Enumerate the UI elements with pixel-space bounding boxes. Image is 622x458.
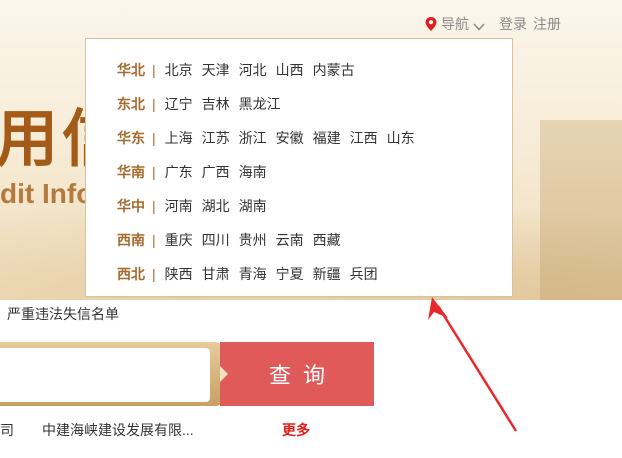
region-row-xinan: 西南 | 重庆 四川 贵州 云南 西藏 bbox=[86, 223, 512, 257]
province-link[interactable]: 浙江 bbox=[239, 128, 267, 148]
province-link[interactable]: 海南 bbox=[239, 162, 267, 182]
more-link[interactable]: 更多 bbox=[282, 420, 310, 440]
province-link[interactable]: 上海 bbox=[165, 128, 193, 148]
province-link[interactable]: 陕西 bbox=[165, 264, 193, 284]
banner-building-image bbox=[540, 120, 622, 300]
province-link[interactable]: 广东 bbox=[165, 162, 193, 182]
location-pin-icon bbox=[424, 16, 438, 32]
hot-item[interactable]: 中建海峡建设发展有限... bbox=[42, 420, 194, 440]
region-name: 西北 bbox=[117, 266, 145, 282]
banner-subtitle: dit Info bbox=[0, 178, 94, 209]
province-link[interactable]: 山东 bbox=[387, 128, 415, 148]
province-link[interactable]: 北京 bbox=[165, 60, 193, 80]
register-link[interactable]: 注册 bbox=[533, 14, 561, 34]
province-link[interactable]: 湖南 bbox=[239, 196, 267, 216]
province-link[interactable]: 重庆 bbox=[165, 230, 193, 250]
province-link[interactable]: 新疆 bbox=[313, 264, 341, 284]
region-name: 华北 bbox=[117, 62, 145, 78]
province-link[interactable]: 山西 bbox=[276, 60, 304, 80]
separator: | bbox=[152, 62, 156, 78]
region-name: 华东 bbox=[117, 130, 145, 146]
province-link[interactable]: 内蒙古 bbox=[313, 60, 355, 80]
region-row-huazhong: 华中 | 河南 湖北 湖南 bbox=[86, 189, 512, 223]
province-link[interactable]: 安徽 bbox=[276, 128, 304, 148]
province-link[interactable]: 福建 bbox=[313, 128, 341, 148]
province-link[interactable]: 甘肃 bbox=[202, 264, 230, 284]
region-name: 东北 bbox=[117, 96, 145, 112]
province-link[interactable]: 河南 bbox=[165, 196, 193, 216]
separator: | bbox=[152, 198, 156, 214]
province-link[interactable]: 贵州 bbox=[239, 230, 267, 250]
login-link[interactable]: 登录 bbox=[499, 14, 527, 34]
province-link[interactable]: 江苏 bbox=[202, 128, 230, 148]
search-input[interactable] bbox=[0, 348, 210, 402]
province-link[interactable]: 黑龙江 bbox=[239, 94, 281, 114]
separator: | bbox=[152, 96, 156, 112]
hot-item[interactable]: 司 bbox=[0, 420, 14, 440]
province-link[interactable]: 湖北 bbox=[202, 196, 230, 216]
blacklist-link[interactable]: 严重违法失信名单 bbox=[7, 304, 119, 324]
region-name: 华南 bbox=[117, 164, 145, 180]
region-name: 华中 bbox=[117, 198, 145, 214]
search-button-label: 查询 bbox=[268, 363, 337, 388]
region-row-huabei: 华北 | 北京 天津 河北 山西 内蒙古 bbox=[86, 53, 512, 87]
separator: | bbox=[152, 130, 156, 146]
province-link[interactable]: 河北 bbox=[239, 60, 267, 80]
separator: | bbox=[152, 266, 156, 282]
chevron-down-icon[interactable] bbox=[473, 19, 485, 31]
region-row-dongbei: 东北 | 辽宁 吉林 黑龙江 bbox=[86, 87, 512, 121]
province-link[interactable]: 宁夏 bbox=[276, 264, 304, 284]
separator: | bbox=[152, 164, 156, 180]
province-link[interactable]: 广西 bbox=[202, 162, 230, 182]
province-link[interactable]: 天津 bbox=[202, 60, 230, 80]
province-link[interactable]: 辽宁 bbox=[165, 94, 193, 114]
province-link[interactable]: 兵团 bbox=[350, 264, 378, 284]
search-button-notch bbox=[220, 366, 228, 382]
region-row-huadong: 华东 | 上海 江苏 浙江 安徽 福建 江西 山东 bbox=[86, 121, 512, 155]
province-link[interactable]: 青海 bbox=[239, 264, 267, 284]
province-link[interactable]: 云南 bbox=[276, 230, 304, 250]
province-link[interactable]: 江西 bbox=[350, 128, 378, 148]
province-link[interactable]: 四川 bbox=[202, 230, 230, 250]
province-link[interactable]: 西藏 bbox=[313, 230, 341, 250]
province-link[interactable]: 吉林 bbox=[202, 94, 230, 114]
region-row-xibei: 西北 | 陕西 甘肃 青海 宁夏 新疆 兵团 bbox=[86, 257, 512, 291]
top-nav: 导航 登录 注册 bbox=[424, 14, 567, 34]
search-button[interactable]: 查询 bbox=[220, 342, 374, 406]
separator: | bbox=[152, 232, 156, 248]
region-name: 西南 bbox=[117, 232, 145, 248]
region-row-huanan: 华南 | 广东 广西 海南 bbox=[86, 155, 512, 189]
nav-dropdown-toggle[interactable]: 导航 bbox=[441, 14, 469, 34]
region-dropdown: 华北 | 北京 天津 河北 山西 内蒙古 东北 | 辽宁 吉林 黑龙江 华东 |… bbox=[85, 38, 513, 297]
